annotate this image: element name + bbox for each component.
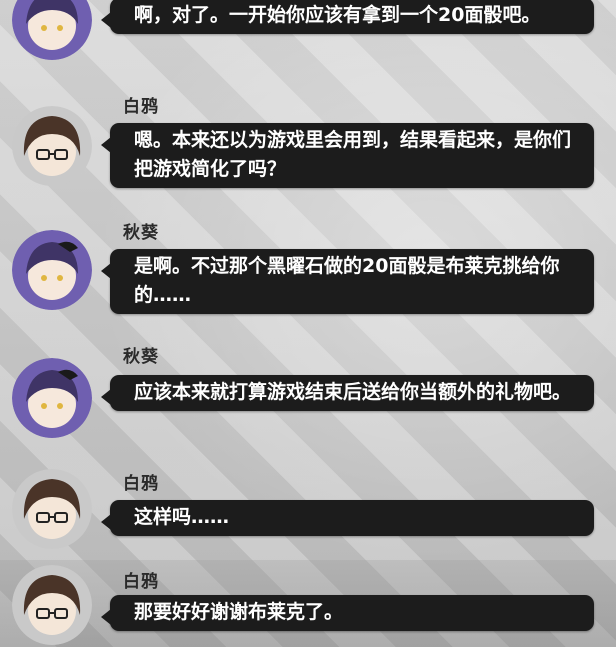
dialogue-bubble[interactable]: 应该本来就打算游戏结束后送给你当额外的礼物吧。 bbox=[101, 375, 594, 411]
dialogue-bubble[interactable]: 嗯。本来还以为游戏里会用到，结果看起来，是你们把游戏简化了吗？ bbox=[101, 123, 594, 188]
dialogue-text: 那要好好谢谢布莱克了。 bbox=[134, 601, 344, 623]
qiukui-portrait-icon bbox=[12, 230, 92, 310]
speaker-name: 白鸦 bbox=[123, 97, 159, 117]
dialogue-text: 应该本来就打算游戏结束后送给你当额外的礼物吧。 bbox=[134, 381, 572, 403]
dialogue-text: 啊，对了。一开始你应该有拿到一个20面骰吧。 bbox=[134, 4, 541, 26]
speaker-name: 白鸦 bbox=[123, 572, 159, 592]
dialogue-text: 嗯。本来还以为游戏里会用到，结果看起来，是你们把游戏简化了吗？ bbox=[134, 129, 572, 180]
game-background bbox=[0, 0, 616, 647]
baiya-avatar bbox=[12, 106, 92, 186]
dialogue-text: 是啊。不过那个黑曜石做的20面骰是布莱克挑给你的…… bbox=[134, 255, 560, 306]
qiukui-portrait-icon bbox=[12, 358, 92, 438]
baiya-avatar bbox=[12, 469, 92, 549]
baiya-portrait-icon bbox=[12, 565, 92, 645]
qiukui-avatar bbox=[12, 358, 92, 438]
dialogue-text: 这样吗…… bbox=[134, 506, 230, 528]
baiya-portrait-icon bbox=[12, 469, 92, 549]
qiukui-avatar bbox=[12, 230, 92, 310]
speaker-name: 秋葵 bbox=[123, 223, 159, 243]
dialogue-bubble[interactable]: 那要好好谢谢布莱克了。 bbox=[101, 595, 594, 631]
dialogue-bubble[interactable]: 这样吗…… bbox=[101, 500, 594, 536]
speaker-name: 秋葵 bbox=[123, 347, 159, 367]
dialogue-bubble[interactable]: 是啊。不过那个黑曜石做的20面骰是布莱克挑给你的…… bbox=[101, 249, 594, 314]
dialogue-bubble[interactable]: 啊，对了。一开始你应该有拿到一个20面骰吧。 bbox=[101, 0, 594, 34]
baiya-avatar bbox=[12, 565, 92, 645]
baiya-portrait-icon bbox=[12, 106, 92, 186]
speaker-name: 白鸦 bbox=[123, 474, 159, 494]
